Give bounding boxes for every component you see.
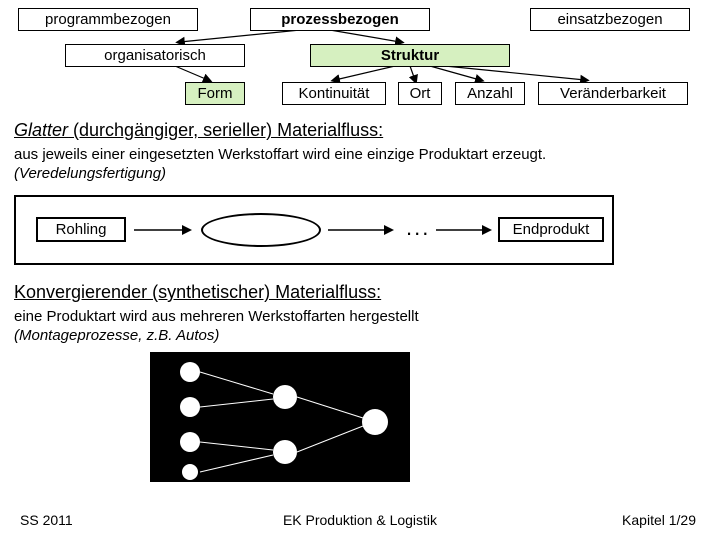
diagram-glatter: Rohling ... Endprodukt <box>14 195 614 265</box>
box-veraenderbarkeit: Veränderbarkeit <box>538 82 688 105</box>
diagram1-endprodukt: Endprodukt <box>498 217 604 242</box>
section2-body-line1: eine Produktart wird aus mehreren Werkst… <box>14 308 419 325</box>
diagram-konvergierend <box>150 352 410 482</box>
footer-right: Kapitel 1/29 <box>622 512 696 528</box>
section1-heading: Glatter (durchgängiger, serieller) Mater… <box>14 120 383 141</box>
section2-heading-strong: Konvergierender (synthetischer) Material… <box>14 282 381 302</box>
section1-heading-strong: Glatter <box>14 120 68 140</box>
box-programmbezogen: programmbezogen <box>18 8 198 31</box>
ellipsis-icon: ... <box>406 215 430 241</box>
box-anzahl: Anzahl <box>455 82 525 105</box>
section1-heading-rest: (durchgängiger, serieller) Materialfluss… <box>68 120 383 140</box>
arrow-icon <box>436 224 494 236</box>
box-einsatzbezogen: einsatzbezogen <box>530 8 690 31</box>
box-ort: Ort <box>398 82 442 105</box>
arrow-icon <box>328 224 396 236</box>
box-form: Form <box>185 82 245 105</box>
section1-body: aus jeweils einer eingesetzten Werkstoff… <box>14 146 704 184</box>
footer-center: EK Produktion & Logistik <box>0 512 720 528</box>
section1-body-line1: aus jeweils einer eingesetzten Werkstoff… <box>14 146 546 163</box>
box-prozessbezogen: prozessbezogen <box>250 8 430 31</box>
box-organisatorisch: organisatorisch <box>65 44 245 67</box>
section2-body: eine Produktart wird aus mehreren Werkst… <box>14 308 704 346</box>
section2-heading: Konvergierender (synthetischer) Material… <box>14 282 381 303</box>
process-ellipse-icon <box>201 213 321 247</box>
box-kontinuitaet: Kontinuität <box>282 82 386 105</box>
diagram1-rohling: Rohling <box>36 217 126 242</box>
section1-body-line2: (Veredelungsfertigung) <box>14 165 166 182</box>
arrow-icon <box>134 224 194 236</box>
section2-body-line2: (Montageprozesse, z.B. Autos) <box>14 327 219 344</box>
box-struktur: Struktur <box>310 44 510 67</box>
